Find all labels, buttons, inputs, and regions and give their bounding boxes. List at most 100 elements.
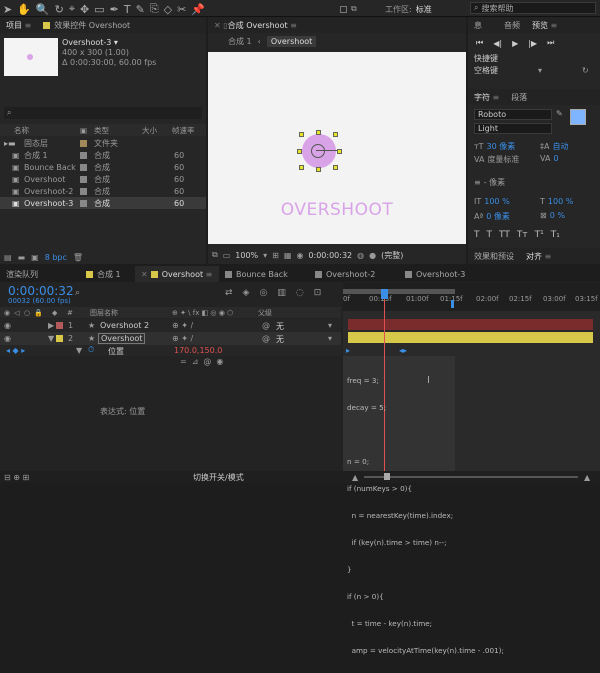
tab-comp1[interactable]: 合成 1 — [80, 266, 135, 282]
always-preview-icon[interactable]: ⧉ — [212, 250, 218, 260]
list-item[interactable]: ▣ Overshoot-2 合成 60 — [0, 185, 206, 197]
graph-editor-icon[interactable]: ⊡ — [314, 288, 322, 298]
keyframe-icon[interactable]: ◂▸ — [399, 346, 407, 355]
layer-row[interactable]: ◉ ▼ 2 ★ Overshoot ⊕ ✦ / @ 无 ▾ — [0, 332, 341, 345]
tab-overshoot[interactable]: ✕ Overshoot ≡ — [135, 266, 219, 282]
expression-code[interactable]: freq = 3; decay = 5; n = 0; if (numKeys … — [347, 358, 504, 673]
expression-menu-icon[interactable]: ◉ — [216, 357, 223, 366]
col-fps[interactable]: 帧速率 — [172, 125, 195, 136]
bpc-value[interactable]: 8 bpc — [45, 253, 67, 262]
layer-label-swatch[interactable] — [56, 335, 63, 342]
layer-label-swatch[interactable] — [56, 322, 63, 329]
next-frame-icon[interactable]: |▶ — [528, 39, 537, 48]
font-family-select[interactable]: Roboto — [474, 109, 552, 120]
kerning-value[interactable]: 度量标准 — [487, 154, 519, 165]
leading-value[interactable]: 自动 — [552, 141, 568, 152]
property-value[interactable]: 170.0,150.0 — [174, 346, 222, 355]
timeline-timecode[interactable]: 0:00:00:32 — [8, 284, 74, 298]
tab-effects-presets[interactable]: 效果和预设 — [468, 248, 520, 264]
subscript-icon[interactable]: T₁ — [551, 230, 560, 240]
property-row[interactable]: ◂ ◆ ▸ ▼ ⏱ 位置 170.0,150.0 — [0, 345, 341, 356]
keyframe-nav-icon[interactable]: ◂ ◆ ▸ — [6, 346, 25, 355]
all-caps-icon[interactable]: TT — [499, 230, 510, 240]
zoom-in-icon[interactable]: ▲ — [584, 473, 590, 482]
bbox-handle[interactable] — [299, 165, 304, 170]
expand-arrow-icon[interactable]: ▼ — [76, 346, 82, 355]
anchor-point[interactable] — [311, 144, 325, 158]
layer-row[interactable]: ◉ ▶ 1 ★ Overshoot 2 ⊕ ✦ / @ 无 ▾ — [0, 319, 341, 332]
parent-pick-icon[interactable]: @ — [262, 321, 270, 330]
camera-icon[interactable]: ◉ — [296, 251, 303, 260]
region-icon[interactable]: ⊞ — [272, 251, 279, 260]
project-search[interactable]: ⌕ — [4, 107, 202, 119]
roto-tool-icon[interactable]: ✂ — [177, 3, 186, 16]
eyedropper-icon[interactable]: ✎ — [556, 109, 563, 118]
parent-value[interactable]: 无 — [276, 321, 284, 332]
settings-icon[interactable]: ↻ — [582, 66, 589, 75]
new-folder-icon[interactable]: ▬ — [18, 253, 26, 262]
transparency-icon[interactable]: ▦ — [284, 251, 292, 260]
composition-viewer[interactable]: OVERSHOOT — [208, 52, 466, 244]
pickwhip-icon[interactable]: @ — [203, 357, 211, 366]
tab-effect-controls[interactable]: 效果控件 Overshoot — [37, 17, 136, 33]
search-input[interactable]: 搜索帮助 — [481, 3, 513, 13]
horizontal-scale-value[interactable]: 100 % — [548, 197, 573, 206]
viewer-timecode[interactable]: 0:00:00:32 — [308, 251, 352, 260]
fill-color-swatch[interactable] — [570, 109, 586, 125]
keyframe-icon[interactable]: ▸ — [346, 346, 350, 355]
interpret-footage-icon[interactable]: ▤ — [4, 253, 12, 262]
parent-value[interactable]: 无 — [276, 334, 284, 345]
render-time-icon[interactable]: ⊟ ⊕ ⊞ — [4, 473, 29, 482]
bbox-handle[interactable] — [316, 130, 321, 135]
snap-checkbox[interactable] — [340, 5, 347, 13]
draft-3d-icon[interactable]: ◈ — [243, 288, 250, 298]
tab-align[interactable]: 对齐 ≡ — [520, 248, 557, 264]
frame-blend-icon[interactable]: ▥ — [277, 288, 286, 298]
playhead-handle[interactable] — [381, 289, 388, 299]
color-icon[interactable]: ● — [369, 251, 376, 260]
rotate-tool-icon[interactable]: ↻ — [55, 3, 64, 16]
camera-tool-icon[interactable]: ⌖ — [69, 2, 75, 16]
selection-tool-icon[interactable]: ➤ — [3, 3, 12, 16]
tab-paragraph[interactable]: 段落 — [505, 89, 533, 105]
tab-composition[interactable]: ✕ ▯ 合成 Overshoot ≡ — [208, 17, 303, 33]
timeline-search-icon[interactable]: ⌕ — [75, 288, 80, 298]
tab-overshoot-2[interactable]: Overshoot-2 — [309, 266, 399, 282]
bbox-handle[interactable] — [337, 149, 342, 154]
baseline-shift-value[interactable]: 0 像素 — [486, 211, 510, 222]
stroke-width-value[interactable]: - 像素 — [484, 177, 505, 188]
visibility-toggle-icon[interactable]: ◉ — [4, 321, 11, 330]
comp-mini-flowchart-icon[interactable]: ⇄ — [225, 288, 233, 298]
layer-switches[interactable]: ⊕ ✦ / — [172, 321, 193, 330]
visibility-toggle-icon[interactable]: ◉ — [4, 334, 11, 343]
trash-icon[interactable]: 🗑 — [73, 253, 83, 262]
toggle-switches-modes[interactable]: 切换开关/模式 — [193, 472, 244, 483]
col-name[interactable]: 名称 — [14, 125, 29, 136]
tsume-value[interactable]: 0 % — [550, 211, 565, 220]
tracking-value[interactable]: 0 — [553, 154, 558, 163]
list-item[interactable]: ▸▬ 固态层 文件夹 — [0, 137, 206, 149]
list-item[interactable]: ▣ Overshoot 合成 60 — [0, 173, 206, 185]
shy-icon[interactable]: ◎ — [259, 288, 267, 298]
pan-behind-tool-icon[interactable]: ✥ — [80, 3, 89, 16]
font-size-value[interactable]: 30 像素 — [487, 141, 516, 152]
col-parent[interactable]: 父级 — [258, 308, 272, 318]
rectangle-tool-icon[interactable]: ▭ — [94, 3, 104, 16]
faux-bold-icon[interactable]: T — [474, 230, 480, 240]
layer-name[interactable]: Overshoot — [98, 333, 146, 344]
shortcut-value[interactable]: 空格键 — [474, 65, 498, 76]
col-type[interactable]: 类型 — [94, 125, 109, 136]
text-tool-icon[interactable]: T — [124, 3, 131, 16]
tab-overshoot-3[interactable]: Overshoot-3 — [399, 266, 489, 282]
play-icon[interactable]: ▶ — [512, 39, 518, 48]
breadcrumb-current[interactable]: Overshoot — [266, 35, 317, 47]
tab-character[interactable]: 字符 ≡ — [468, 89, 505, 105]
stopwatch-icon[interactable]: ⏱ — [88, 345, 94, 355]
tab-render-queue[interactable]: 渲染队列 — [0, 266, 80, 282]
work-area-end-handle[interactable] — [451, 300, 454, 308]
list-item[interactable]: ▣ Overshoot-3 合成 60 — [0, 197, 206, 209]
first-frame-icon[interactable]: ⏮ — [476, 38, 483, 48]
time-ruler[interactable]: 0f 00:15f 01:00f 01:15f 02:00f 02:15f 03… — [343, 283, 600, 311]
expression-toggle-icon[interactable]: = — [180, 357, 187, 366]
superscript-icon[interactable]: T¹ — [535, 230, 544, 240]
